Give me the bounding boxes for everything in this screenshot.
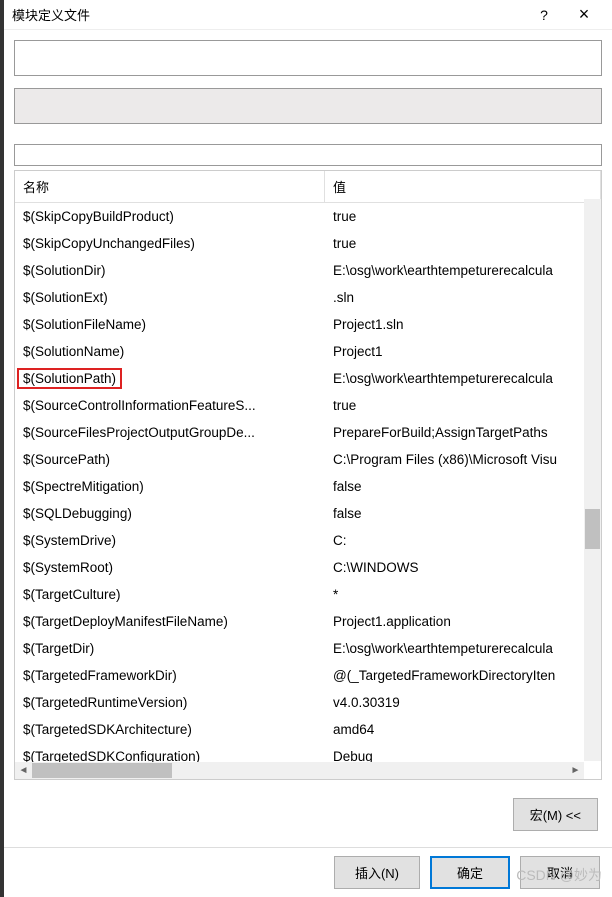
grid-rows: $(SkipCopyBuildProduct)true$(SkipCopyUnc…	[15, 203, 601, 779]
macro-value-cell: C:\WINDOWS	[325, 558, 601, 577]
macro-name-cell: $(SourceFilesProjectOutputGroupDe...	[15, 423, 325, 442]
table-row[interactable]: $(SolutionDir)E:\osg\work\earthtempeture…	[15, 257, 601, 284]
value-input[interactable]	[14, 40, 602, 76]
macro-value-cell: C:	[325, 531, 601, 550]
table-row[interactable]: $(SolutionName)Project1	[15, 338, 601, 365]
macro-value-cell: E:\osg\work\earthtempeturerecalcula	[325, 639, 601, 658]
scroll-left-arrow[interactable]: ◄	[15, 765, 32, 776]
macro-value-cell: false	[325, 477, 601, 496]
table-row[interactable]: $(TargetCulture)*	[15, 581, 601, 608]
horizontal-scrollbar[interactable]: ◄ ►	[15, 762, 584, 779]
title-bar: 模块定义文件 ? ×	[4, 0, 612, 30]
macro-value-cell: .sln	[325, 288, 601, 307]
macro-value-cell: E:\osg\work\earthtempeturerecalcula	[325, 369, 601, 388]
header-name[interactable]: 名称	[15, 171, 325, 202]
table-row[interactable]: $(SourceControlInformationFeatureS...tru…	[15, 392, 601, 419]
macro-name-cell: $(SystemRoot)	[15, 558, 325, 577]
close-button[interactable]: ×	[564, 4, 604, 25]
macro-name-cell: $(SpectreMitigation)	[15, 477, 325, 496]
table-row[interactable]: $(TargetedFrameworkDir)@(_TargetedFramew…	[15, 662, 601, 689]
macro-value-cell: amd64	[325, 720, 601, 739]
grid-header: 名称 值	[15, 171, 601, 203]
macro-name-cell: $(TargetedSDKArchitecture)	[15, 720, 325, 739]
cancel-button[interactable]: 取消	[520, 856, 600, 889]
macro-name-cell: $(TargetDir)	[15, 639, 325, 658]
dialog-footer: 插入(N) 确定 取消 CSDN @妙为	[4, 847, 612, 897]
macro-name-cell: $(SolutionExt)	[15, 288, 325, 307]
table-row[interactable]: $(SourcePath)C:\Program Files (x86)\Micr…	[15, 446, 601, 473]
table-row[interactable]: $(TargetDeployManifestFileName)Project1.…	[15, 608, 601, 635]
macro-value-cell: *	[325, 585, 601, 604]
table-row[interactable]: $(SkipCopyUnchangedFiles)true	[15, 230, 601, 257]
macro-name-cell: $(SolutionName)	[15, 342, 325, 361]
header-value[interactable]: 值	[325, 171, 601, 202]
scrollbar-thumb[interactable]	[32, 763, 172, 778]
macro-value-cell: Project1	[325, 342, 601, 361]
macro-name-cell: $(SkipCopyUnchangedFiles)	[15, 234, 325, 253]
macro-value-cell: Project1.application	[325, 612, 601, 631]
macro-value-cell: C:\Program Files (x86)\Microsoft Visu	[325, 450, 601, 469]
macro-value-cell: v4.0.30319	[325, 693, 601, 712]
macros-grid: 名称 值 $(SkipCopyBuildProduct)true$(SkipCo…	[14, 170, 602, 780]
macro-value-cell: Project1.sln	[325, 315, 601, 334]
scrollbar-thumb[interactable]	[585, 509, 600, 549]
table-row[interactable]: $(SourceFilesProjectOutputGroupDe...Prep…	[15, 419, 601, 446]
table-row[interactable]: $(SolutionFileName)Project1.sln	[15, 311, 601, 338]
table-row[interactable]: $(TargetDir)E:\osg\work\earthtempeturere…	[15, 635, 601, 662]
macro-name-cell: $(SourcePath)	[15, 450, 325, 469]
macro-name-cell: $(TargetDeployManifestFileName)	[15, 612, 325, 631]
scroll-right-arrow[interactable]: ►	[567, 765, 584, 776]
macro-value-cell: false	[325, 504, 601, 523]
table-row[interactable]: $(SpectreMitigation)false	[15, 473, 601, 500]
table-row[interactable]: $(SolutionPath)E:\osg\work\earthtempetur…	[15, 365, 601, 392]
table-row[interactable]: $(SkipCopyBuildProduct)true	[15, 203, 601, 230]
macro-value-cell: true	[325, 234, 601, 253]
macro-name-cell: $(SolutionFileName)	[15, 315, 325, 334]
macro-value-cell: true	[325, 396, 601, 415]
help-button[interactable]: ?	[524, 7, 564, 23]
macro-name-cell: $(TargetedRuntimeVersion)	[15, 693, 325, 712]
macro-value-cell: true	[325, 207, 601, 226]
table-row[interactable]: $(SystemRoot)C:\WINDOWS	[15, 554, 601, 581]
macro-name-cell: $(SolutionDir)	[15, 261, 325, 280]
macro-filter-input[interactable]	[14, 144, 602, 166]
macro-value-cell: PrepareForBuild;AssignTargetPaths	[325, 423, 601, 442]
macro-name-cell: $(TargetedFrameworkDir)	[15, 666, 325, 685]
table-row[interactable]: $(SystemDrive)C:	[15, 527, 601, 554]
macro-name-cell: $(SystemDrive)	[15, 531, 325, 550]
macro-name-cell: $(TargetCulture)	[15, 585, 325, 604]
table-row[interactable]: $(TargetedSDKArchitecture)amd64	[15, 716, 601, 743]
vertical-scrollbar[interactable]	[584, 199, 601, 761]
macro-name-cell: $(SourceControlInformationFeatureS...	[15, 396, 325, 415]
macro-name-cell: $(SkipCopyBuildProduct)	[15, 207, 325, 226]
insert-button[interactable]: 插入(N)	[334, 856, 420, 889]
dialog-body: 名称 值 $(SkipCopyBuildProduct)true$(SkipCo…	[4, 30, 612, 841]
table-row[interactable]: $(TargetedRuntimeVersion)v4.0.30319	[15, 689, 601, 716]
table-row[interactable]: $(SQLDebugging)false	[15, 500, 601, 527]
macros-toggle-button[interactable]: 宏(M) <<	[513, 798, 598, 831]
macro-value-cell: @(_TargetedFrameworkDirectoryIten	[325, 666, 601, 685]
macro-name-cell: $(SQLDebugging)	[15, 504, 325, 523]
window-title: 模块定义文件	[12, 5, 524, 24]
table-row[interactable]: $(SolutionExt).sln	[15, 284, 601, 311]
ok-button[interactable]: 确定	[430, 856, 510, 889]
macro-name-cell: $(SolutionPath)	[15, 366, 325, 391]
macro-value-cell: E:\osg\work\earthtempeturerecalcula	[325, 261, 601, 280]
preview-box	[14, 88, 602, 124]
